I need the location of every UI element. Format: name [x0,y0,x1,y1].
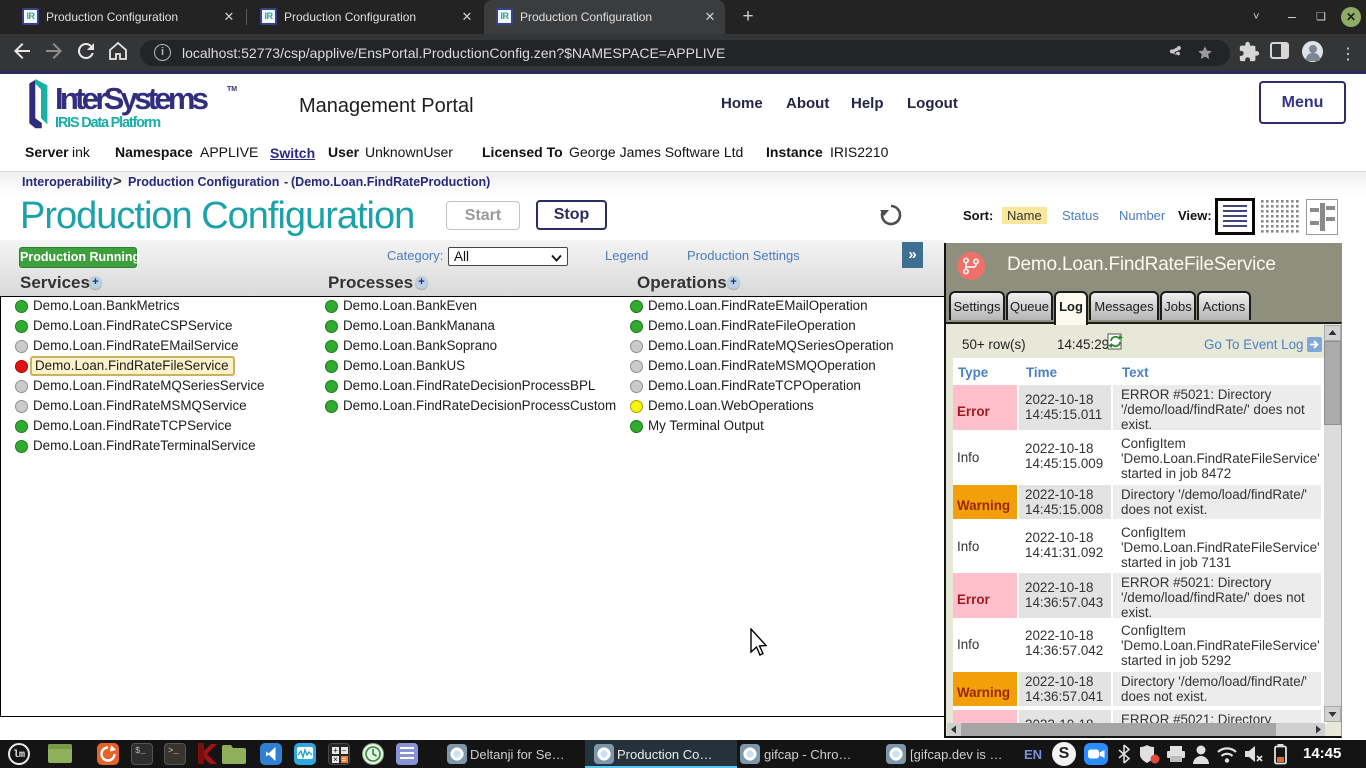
svg-text:InterSystems: InterSystems [55,81,208,116]
svg-text:IRIS Data Platform: IRIS Data Platform [55,115,160,131]
svg-text:TM: TM [227,86,237,93]
